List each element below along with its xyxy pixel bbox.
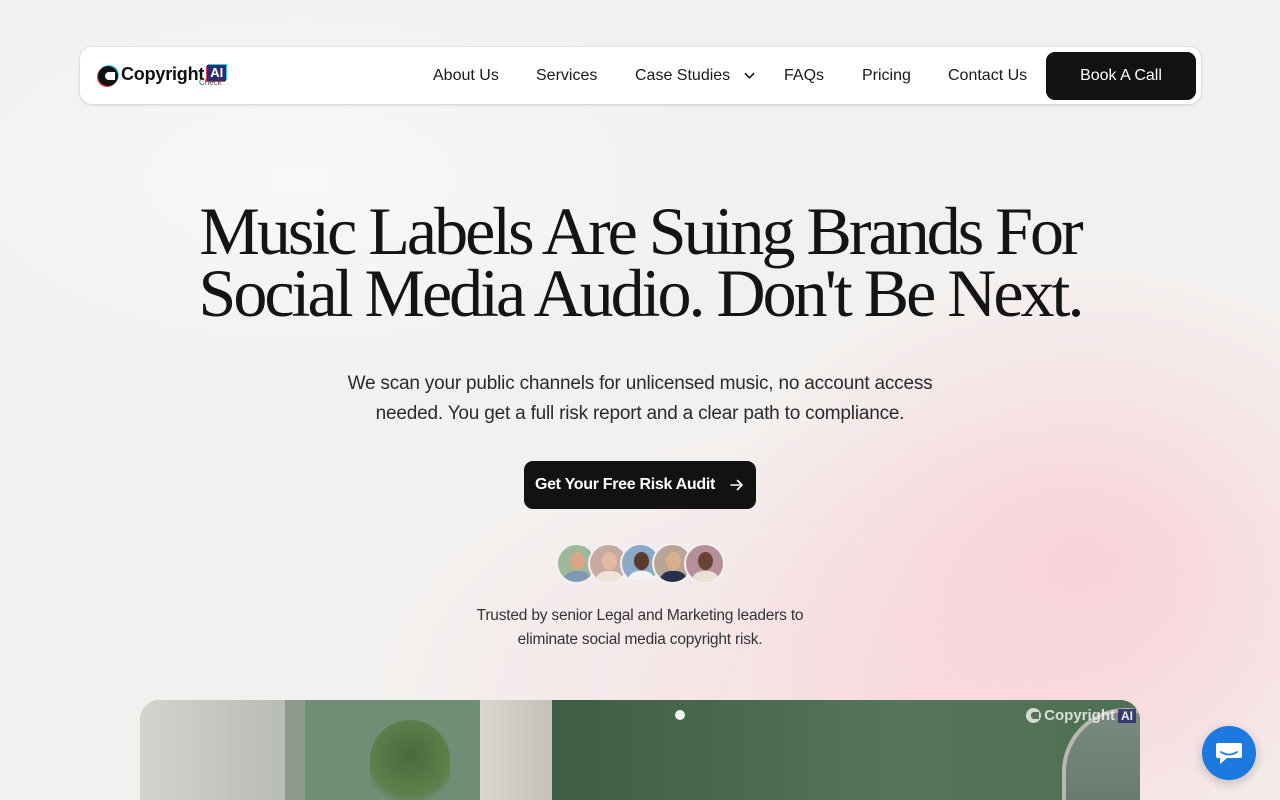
watermark-text: Copyright bbox=[1044, 707, 1115, 724]
free-risk-audit-button[interactable]: Get Your Free Risk Audit bbox=[524, 461, 756, 509]
nav-link-about-us[interactable]: About Us bbox=[433, 67, 499, 85]
trust-statement: Trusted by senior Legal and Marketing le… bbox=[440, 604, 840, 652]
nav-link-case-studies-label: Case Studies bbox=[635, 66, 731, 84]
plant-image bbox=[370, 720, 450, 800]
logo-mark-icon bbox=[98, 66, 118, 86]
logo-text: Copyright bbox=[121, 64, 205, 84]
nav-link-services[interactable]: Services bbox=[536, 67, 597, 85]
trust-line-2: eliminate social media copyright risk. bbox=[517, 631, 763, 648]
free-risk-audit-label: Get Your Free Risk Audit bbox=[534, 476, 716, 493]
chat-button[interactable] bbox=[1202, 726, 1256, 780]
nav-link-pricing[interactable]: Pricing bbox=[862, 67, 911, 85]
avatar bbox=[684, 543, 725, 584]
chevron-down-icon[interactable] bbox=[744, 70, 755, 81]
watermark-badge: AI bbox=[1118, 708, 1136, 723]
book-a-call-button[interactable]: Book A Call bbox=[1046, 52, 1196, 100]
logo[interactable]: Copyright AI Check bbox=[98, 63, 227, 87]
hero-subcopy: We scan your public channels for unlicen… bbox=[300, 369, 980, 429]
trust-line-1: Trusted by senior Legal and Marketing le… bbox=[476, 607, 804, 624]
logo-subtext: Check bbox=[199, 78, 222, 87]
nav-link-contact-us[interactable]: Contact Us bbox=[948, 67, 1027, 85]
video-scene-left bbox=[140, 700, 552, 800]
watermark-logo-icon bbox=[1026, 708, 1042, 723]
video-watermark: Copyright AI bbox=[1026, 707, 1136, 724]
chat-bubble-icon bbox=[1216, 743, 1242, 764]
video-preview[interactable]: Copyright AI bbox=[140, 700, 1140, 800]
arrow-right-icon bbox=[730, 479, 743, 491]
headline-line-2: Social Media Audio. Don't Be Next. bbox=[198, 255, 1085, 331]
subcopy-line-1: We scan your public channels for unlicen… bbox=[347, 373, 933, 394]
nav-link-faqs[interactable]: FAQs bbox=[784, 67, 824, 85]
subcopy-line-2: needed. You get a full risk report and a… bbox=[375, 403, 905, 424]
hero-headline: Music Labels Are Suing Brands For Social… bbox=[140, 197, 1140, 327]
navbar: Copyright AI Check About Us Services Cas… bbox=[80, 47, 1201, 104]
ceiling-light bbox=[675, 710, 685, 720]
nav-link-case-studies[interactable]: Case Studies bbox=[635, 67, 755, 85]
